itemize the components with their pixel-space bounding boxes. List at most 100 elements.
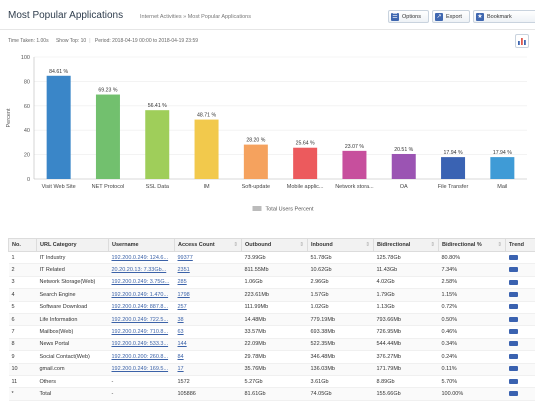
cell-outbound: 111.99Mb [241, 301, 308, 314]
trend-icon[interactable] [508, 304, 518, 310]
sort-icon: ⇕ [497, 242, 502, 248]
username-link[interactable]: 192.200.0.200: 260.8... [112, 354, 169, 360]
col-header-outbound[interactable]: Outbound ⇕ [241, 238, 308, 252]
export-button[interactable]: ↗ Export [432, 10, 470, 23]
cell-bidirectional: 376.27Mb [373, 350, 439, 364]
y-axis-label: Percent [6, 108, 12, 127]
username-link[interactable]: 20.20.20.13: 7.33Gb... [112, 267, 167, 273]
access-count-link[interactable]: 144 [178, 341, 187, 347]
sort-icon: ⇕ [430, 242, 435, 248]
cell-access-count: 1798 [174, 288, 242, 302]
username-link[interactable]: 192.200.0.249: 533.3... [112, 341, 169, 347]
cell-inbound: 779.19Mb [307, 313, 374, 327]
trend-icon[interactable] [508, 378, 518, 384]
trend-icon[interactable] [508, 366, 518, 372]
access-count-link[interactable]: 1798 [178, 292, 190, 298]
trend-icon[interactable] [508, 279, 518, 285]
cell-bidirectional-pct: 80.80% [438, 251, 506, 265]
col-header-label: Bidirectional % [442, 242, 482, 248]
trend-icon[interactable] [508, 316, 518, 322]
options-button[interactable]: ☰ Options [388, 10, 429, 23]
bar[interactable] [243, 144, 268, 179]
cell-trend [505, 338, 535, 352]
username-link[interactable]: 192.200.0.249: 722.5... [112, 317, 169, 323]
cell-no: 2 [8, 263, 37, 277]
cell-url-category: Others [36, 375, 109, 389]
trend-icon[interactable] [508, 254, 518, 260]
col-header-inbound[interactable]: Inbound ⇕ [307, 238, 374, 252]
access-count-link[interactable]: 17 [178, 366, 184, 372]
access-count-link[interactable]: 84 [178, 354, 184, 360]
cell-bidirectional: 726.95Mb [373, 325, 439, 339]
cell-outbound: 35.76Mb [241, 363, 308, 376]
username-link[interactable]: 192.200.0.249: 887.8... [112, 304, 169, 310]
cell-bidirectional-pct: 5.70% [438, 375, 506, 389]
col-header-no[interactable]: No. [8, 238, 37, 252]
cell-url-category: IT Industry [36, 251, 109, 265]
username-link[interactable]: 192.200.0.249: 3.75G... [112, 279, 170, 285]
col-header-username[interactable]: Username [108, 238, 175, 252]
table-row: 6 Life Information 192.200.0.249: 722.5...… [8, 313, 535, 327]
table-row: 3 Network Storage(Web) 192.200.0.249: 3.75… [8, 276, 535, 290]
export-icon: ↗ [435, 12, 443, 21]
bar[interactable] [391, 153, 416, 179]
access-count-link[interactable]: 63 [178, 329, 184, 335]
col-header-bidirectional[interactable]: Bidirectional ⇕ [373, 238, 439, 252]
bar[interactable] [441, 157, 466, 179]
col-header-label: Access Count [178, 242, 215, 248]
bar[interactable] [342, 150, 367, 179]
cell-no: 8 [8, 338, 37, 352]
cell-username: - [108, 387, 175, 401]
bar[interactable] [145, 110, 170, 179]
cell-no: 11 [8, 375, 37, 389]
access-count-link[interactable]: 257 [178, 304, 187, 310]
cell-no: 4 [8, 288, 37, 302]
trend-icon[interactable] [508, 329, 518, 335]
data-label: 84.61 % [49, 69, 68, 75]
col-header-access-count[interactable]: Access Count ⇕ [174, 238, 242, 252]
table-row: 8 News Portal 192.200.0.249: 533.3... 144 22… [8, 338, 535, 352]
bar[interactable] [293, 147, 318, 179]
data-label: 23.07 % [345, 144, 364, 150]
cell-username: - [108, 375, 175, 389]
cell-username: 192.200.0.249: 722.5... [108, 313, 175, 327]
trend-icon[interactable] [508, 391, 518, 397]
time-taken: Time Taken: 1.00s [8, 38, 49, 44]
cell-outbound: 29.78Mb [241, 350, 308, 364]
cell-outbound: 1.06Gb [241, 276, 308, 290]
bookmark-button[interactable]: ★ Bookmark [473, 10, 535, 23]
trend-icon[interactable] [508, 341, 518, 347]
username-link[interactable]: 192.200.0.249: 710.8... [112, 329, 169, 335]
chart-type-button[interactable] [515, 34, 529, 48]
cell-access-count: 144 [174, 338, 242, 352]
trend-icon[interactable] [508, 353, 518, 359]
data-label: 17.94 % [444, 150, 463, 156]
y-tick-label: 40 [24, 128, 30, 134]
bar[interactable] [490, 157, 515, 179]
cell-no: 3 [8, 276, 37, 290]
bar[interactable] [95, 94, 120, 179]
col-header-url-category[interactable]: URL Category [36, 238, 109, 252]
username-link[interactable]: 192.200.0.249: 169.5... [112, 366, 169, 372]
trend-icon[interactable] [508, 291, 518, 297]
username-link[interactable]: 192.200.0.249: 1.470... [112, 292, 169, 298]
cell-trend [505, 375, 535, 389]
bar[interactable] [194, 119, 219, 179]
access-count-link[interactable]: 99377 [178, 255, 193, 261]
cell-bidirectional: 793.66Mb [373, 313, 439, 327]
cell-bidirectional: 155.66Gb [373, 387, 439, 401]
cell-inbound: 3.61Gb [307, 375, 374, 389]
access-count-link[interactable]: 38 [178, 317, 184, 323]
cell-trend [505, 387, 535, 401]
col-header-bidirectional-pct[interactable]: Bidirectional % ⇕ [438, 238, 506, 252]
trend-icon[interactable] [508, 267, 518, 273]
access-count-link[interactable]: 285 [178, 279, 187, 285]
username-link[interactable]: 192.200.0.249: 124.6... [112, 255, 169, 261]
bar[interactable] [46, 75, 71, 179]
cell-trend [505, 263, 535, 277]
table-row: 2 IT Related 20.20.20.13: 7.33Gb... 2351 811… [8, 263, 535, 277]
cell-bidirectional: 8.89Gb [373, 375, 439, 389]
table-row: 10 gmail.com 192.200.0.249: 169.5... 17 35.7… [8, 363, 535, 376]
access-count-link[interactable]: 2351 [178, 267, 190, 273]
cell-no: 1 [8, 251, 37, 265]
